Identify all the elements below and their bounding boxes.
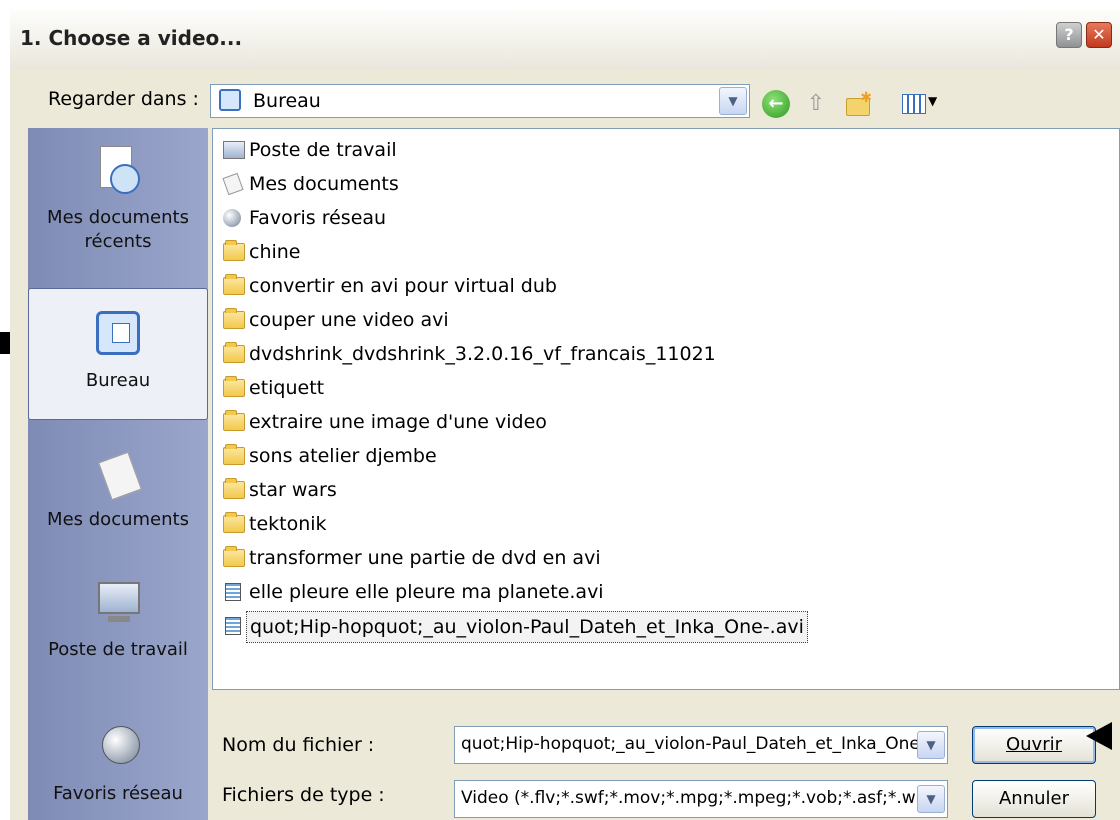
filetype-value: Video (*.flv;*.swf;*.mov;*.mpg;*.mpeg;*.…	[461, 788, 917, 808]
folder-icon	[223, 512, 245, 533]
chevron-down-icon[interactable]: ▼	[719, 87, 747, 115]
desktop-icon	[219, 89, 241, 111]
file-name: tektonik	[249, 513, 327, 535]
title-bar[interactable]: 1. Choose a video... ? ✕	[10, 10, 1120, 70]
file-name: Poste de travail	[249, 139, 397, 161]
open-button[interactable]: Ouvrir	[972, 726, 1096, 764]
video-file-icon	[225, 583, 241, 601]
place-desktop[interactable]: Bureau	[28, 288, 208, 420]
place-label: Favoris réseau	[53, 783, 183, 804]
folder-icon	[223, 342, 245, 363]
recent-documents-icon	[90, 144, 146, 200]
folder-icon	[223, 308, 245, 329]
folder-icon	[223, 274, 245, 295]
file-name: dvdshrink_dvdshrink_3.2.0.16_vf_francais…	[249, 343, 716, 365]
computer-icon	[90, 576, 146, 632]
file-open-dialog: 1. Choose a video... ? ✕ Regarder dans :…	[10, 10, 1120, 820]
file-name: sons atelier djembe	[249, 445, 437, 467]
back-icon[interactable]: ←	[762, 90, 790, 118]
place-label: récents	[84, 231, 152, 252]
folder-icon	[223, 410, 245, 431]
place-network[interactable]: Favoris réseau	[28, 720, 208, 806]
file-name: etiquett	[249, 377, 325, 399]
documents-icon	[222, 172, 244, 196]
place-my-computer[interactable]: Poste de travail	[28, 576, 208, 662]
network-icon	[223, 209, 241, 227]
places-bar: Mes documents récents Bureau Mes documen…	[28, 128, 208, 820]
filename-field[interactable]: quot;Hip-hopquot;_au_violon-Paul_Dateh_e…	[454, 726, 948, 764]
place-my-documents[interactable]: Mes documents	[28, 446, 208, 532]
filename-label: Nom du fichier :	[222, 734, 375, 756]
video-file-icon	[225, 617, 241, 635]
computer-icon	[223, 141, 245, 159]
file-name: star wars	[249, 479, 337, 501]
filetype-dropdown[interactable]: Video (*.flv;*.swf;*.mov;*.mpg;*.mpeg;*.…	[454, 780, 948, 818]
desktop-icon	[90, 307, 146, 363]
file-name: transformer une partie de dvd en avi	[249, 547, 601, 569]
file-name: couper une video avi	[249, 309, 449, 331]
file-name: extraire une image d'une video	[249, 411, 547, 433]
place-label: Poste de travail	[48, 639, 188, 660]
look-in-dropdown[interactable]: Bureau ▼	[210, 84, 750, 118]
folder-icon	[223, 478, 245, 499]
file-list[interactable]: Poste de travail Mes documents Favoris r…	[212, 128, 1120, 690]
close-button[interactable]: ✕	[1086, 22, 1112, 48]
chevron-down-icon[interactable]: ▼	[917, 731, 945, 759]
place-label: Bureau	[85, 370, 151, 391]
file-name: quot;Hip-hopquot;_au_violon-Paul_Dateh_e…	[246, 611, 808, 643]
documents-icon	[90, 446, 146, 502]
file-name: chine	[249, 241, 301, 263]
file-name: Mes documents	[249, 173, 399, 195]
open-label: Ouvrir	[1005, 734, 1063, 755]
help-button[interactable]: ?	[1056, 22, 1082, 48]
look-in-value: Bureau	[253, 90, 321, 112]
folder-icon	[223, 240, 245, 261]
file-name: elle pleure elle pleure ma planete.avi	[249, 581, 604, 603]
filename-value: quot;Hip-hopquot;_au_violon-Paul_Dateh_e…	[461, 734, 917, 754]
place-label: Mes documents	[47, 207, 189, 228]
place-recent-documents[interactable]: Mes documents récents	[28, 144, 208, 254]
file-name: Favoris réseau	[249, 207, 387, 229]
cancel-button[interactable]: Annuler	[972, 780, 1096, 818]
filetype-label: Fichiers de type :	[222, 784, 385, 806]
up-folder-icon[interactable]: ⇧	[802, 90, 830, 118]
chevron-down-icon[interactable]: ▼	[917, 785, 945, 813]
folder-icon	[223, 376, 245, 397]
folder-icon	[223, 444, 245, 465]
look-in-label: Regarder dans :	[48, 88, 199, 110]
views-menu-icon[interactable]: ▼	[902, 90, 946, 118]
place-label: Mes documents	[47, 509, 189, 530]
file-name: convertir en avi pour virtual dub	[249, 275, 557, 297]
new-folder-icon[interactable]: ✱	[844, 90, 872, 118]
window-title: 1. Choose a video...	[20, 26, 243, 50]
folder-icon	[223, 546, 245, 567]
network-icon	[90, 720, 146, 776]
